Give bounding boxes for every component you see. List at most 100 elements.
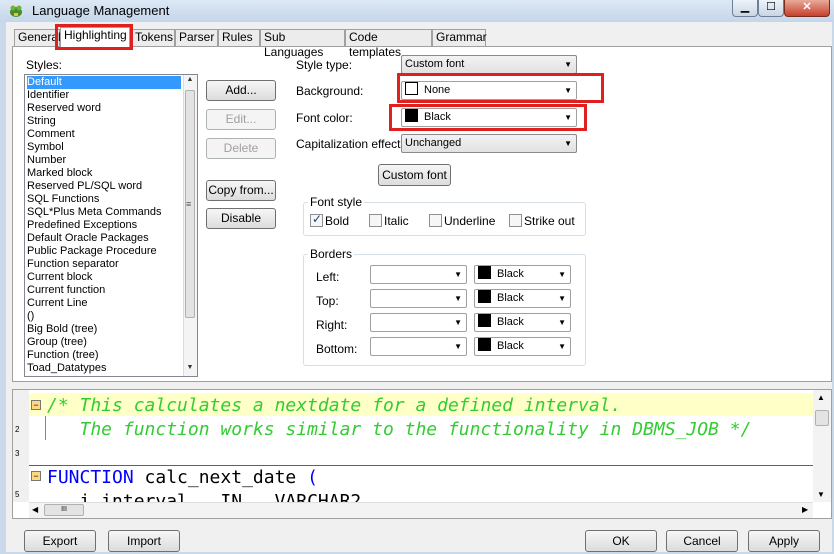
fold-collapse-icon[interactable]: − (31, 471, 41, 481)
fold-collapse-icon[interactable]: − (31, 400, 41, 410)
code-comment-line: The function works similar to the functi… (47, 419, 752, 440)
border-right-style-select[interactable]: ▼ (370, 313, 467, 332)
font-style-title: Font style (308, 195, 365, 209)
strike-out-checkbox[interactable] (509, 214, 522, 227)
font-color-label: Font color: (296, 111, 353, 125)
export-button[interactable]: Export (24, 530, 96, 552)
tab-general[interactable]: General (14, 29, 61, 46)
tab-parser[interactable]: Parser (175, 29, 218, 46)
chevron-down-icon: ▼ (454, 294, 462, 303)
chevron-down-icon: ▼ (558, 318, 566, 327)
styles-label: Styles: (26, 58, 63, 72)
style-list-item[interactable]: Function separator (27, 258, 181, 271)
apply-button[interactable]: Apply (748, 530, 820, 552)
scroll-down-icon[interactable]: ▼ (817, 490, 825, 499)
tab-rules[interactable]: Rules (218, 29, 260, 46)
cancel-button[interactable]: Cancel (666, 530, 738, 552)
border-right-color-select[interactable]: Black ▼ (474, 313, 571, 332)
border-right-label: Right: (316, 318, 348, 332)
style-list-item[interactable]: Current block (27, 271, 181, 284)
line-gutter (13, 390, 29, 502)
borders-title: Borders (308, 247, 355, 261)
code-line-clip: i_interval IN VARCHAR2 (47, 491, 807, 502)
style-list-item[interactable]: Default (27, 76, 181, 89)
highlight-tab-box (55, 24, 133, 50)
style-list-item[interactable]: Group (tree) (27, 336, 181, 349)
strike-out-label: Strike out (524, 214, 575, 228)
bold-checkbox[interactable] (310, 212, 323, 227)
editor-vertical-scrollbar[interactable] (813, 390, 831, 502)
style-list-item[interactable]: Current Line (27, 297, 181, 310)
style-list-item[interactable]: Predefined Exceptions (27, 219, 181, 232)
delete-button[interactable]: Delete (206, 138, 276, 159)
editor-vscroll-thumb[interactable] (815, 410, 829, 426)
border-left-color-select[interactable]: Black ▼ (474, 265, 571, 284)
editor-horizontal-scrollbar[interactable] (29, 502, 813, 518)
scroll-up-icon[interactable]: ▲ (183, 76, 197, 83)
chevron-down-icon: ▼ (454, 270, 462, 279)
highlight-font-color-box (389, 104, 587, 131)
border-bottom-style-select[interactable]: ▼ (370, 337, 467, 356)
edit-button[interactable]: Edit... (206, 109, 276, 130)
editor-hscroll-thumb[interactable]: III (44, 504, 84, 516)
underline-label: Underline (444, 214, 496, 228)
color-swatch (478, 314, 491, 327)
border-top-color-select[interactable]: Black ▼ (474, 289, 571, 308)
color-swatch (478, 266, 491, 279)
styles-listbox[interactable]: Default Identifier Reserved word String Comm… (24, 74, 198, 377)
chevron-down-icon: ▼ (564, 139, 572, 148)
chevron-down-icon: ▼ (558, 342, 566, 351)
import-button[interactable]: Import (108, 530, 180, 552)
copy-from-button[interactable]: Copy from... (206, 180, 276, 201)
maximize-button[interactable]: ☐ (758, 0, 784, 17)
style-list-item[interactable]: Identifier (27, 89, 181, 102)
minimize-icon: ▁ (740, 1, 750, 13)
style-list-item[interactable]: Symbol (27, 141, 181, 154)
minimize-button[interactable]: ▁ (732, 0, 758, 17)
style-list-item[interactable]: Default Oracle Packages (27, 232, 181, 245)
scroll-right-icon[interactable]: ▶ (802, 505, 808, 514)
border-left-style-select[interactable]: ▼ (370, 265, 467, 284)
custom-font-button[interactable]: Custom font (378, 164, 451, 186)
capitalization-select[interactable]: Unchanged ▼ (401, 134, 577, 153)
scroll-up-icon[interactable]: ▲ (817, 393, 825, 402)
style-list-item[interactable]: Reserved word (27, 102, 181, 115)
style-list-item[interactable]: String (27, 115, 181, 128)
capitalization-label: Capitalization effect: (296, 137, 404, 151)
add-button[interactable]: Add... (206, 80, 276, 101)
style-list-item[interactable]: Toad_Datatypes (27, 362, 181, 375)
chevron-down-icon: ▼ (564, 60, 572, 69)
scroll-down-icon[interactable]: ▼ (183, 364, 197, 371)
style-list-item[interactable]: Public Package Procedure (27, 245, 181, 258)
style-list-item[interactable]: Number (27, 154, 181, 167)
close-icon: ✕ (802, 1, 812, 13)
tab-tokens[interactable]: Tokens (131, 29, 175, 46)
style-list-item[interactable]: Reserved PL/SQL word (27, 180, 181, 193)
style-list-item[interactable]: Function (tree) (27, 349, 181, 362)
style-list-item[interactable]: Current function (27, 284, 181, 297)
tab-code-templates[interactable]: Code templates (345, 29, 432, 59)
tab-sub-languages[interactable]: Sub Languages (260, 29, 345, 59)
border-bottom-color-select[interactable]: Black ▼ (474, 337, 571, 356)
underline-checkbox[interactable] (429, 214, 442, 227)
italic-checkbox[interactable] (369, 214, 382, 227)
ok-button[interactable]: OK (585, 530, 657, 552)
style-list-item[interactable]: () (27, 310, 181, 323)
border-top-label: Top: (316, 294, 339, 308)
style-type-select[interactable]: Custom font ▼ (401, 55, 577, 74)
line-number: 3 (15, 449, 20, 458)
style-list-item[interactable]: SQL*Plus Meta Commands (27, 206, 181, 219)
style-type-label: Style type: (296, 58, 353, 72)
close-button[interactable]: ✕ (784, 0, 830, 17)
style-list-item[interactable]: SQL Functions (27, 193, 181, 206)
color-swatch (478, 290, 491, 303)
style-list-item[interactable]: Comment (27, 128, 181, 141)
border-left-label: Left: (316, 270, 340, 284)
border-top-style-select[interactable]: ▼ (370, 289, 467, 308)
scroll-left-icon[interactable]: ◀ (32, 505, 38, 514)
disable-button[interactable]: Disable (206, 208, 276, 229)
tab-grammar[interactable]: Grammar (432, 29, 487, 46)
style-list-item[interactable]: Big Bold (tree) (27, 323, 181, 336)
style-list-item[interactable]: Marked block (27, 167, 181, 180)
chevron-down-icon: ▼ (558, 294, 566, 303)
